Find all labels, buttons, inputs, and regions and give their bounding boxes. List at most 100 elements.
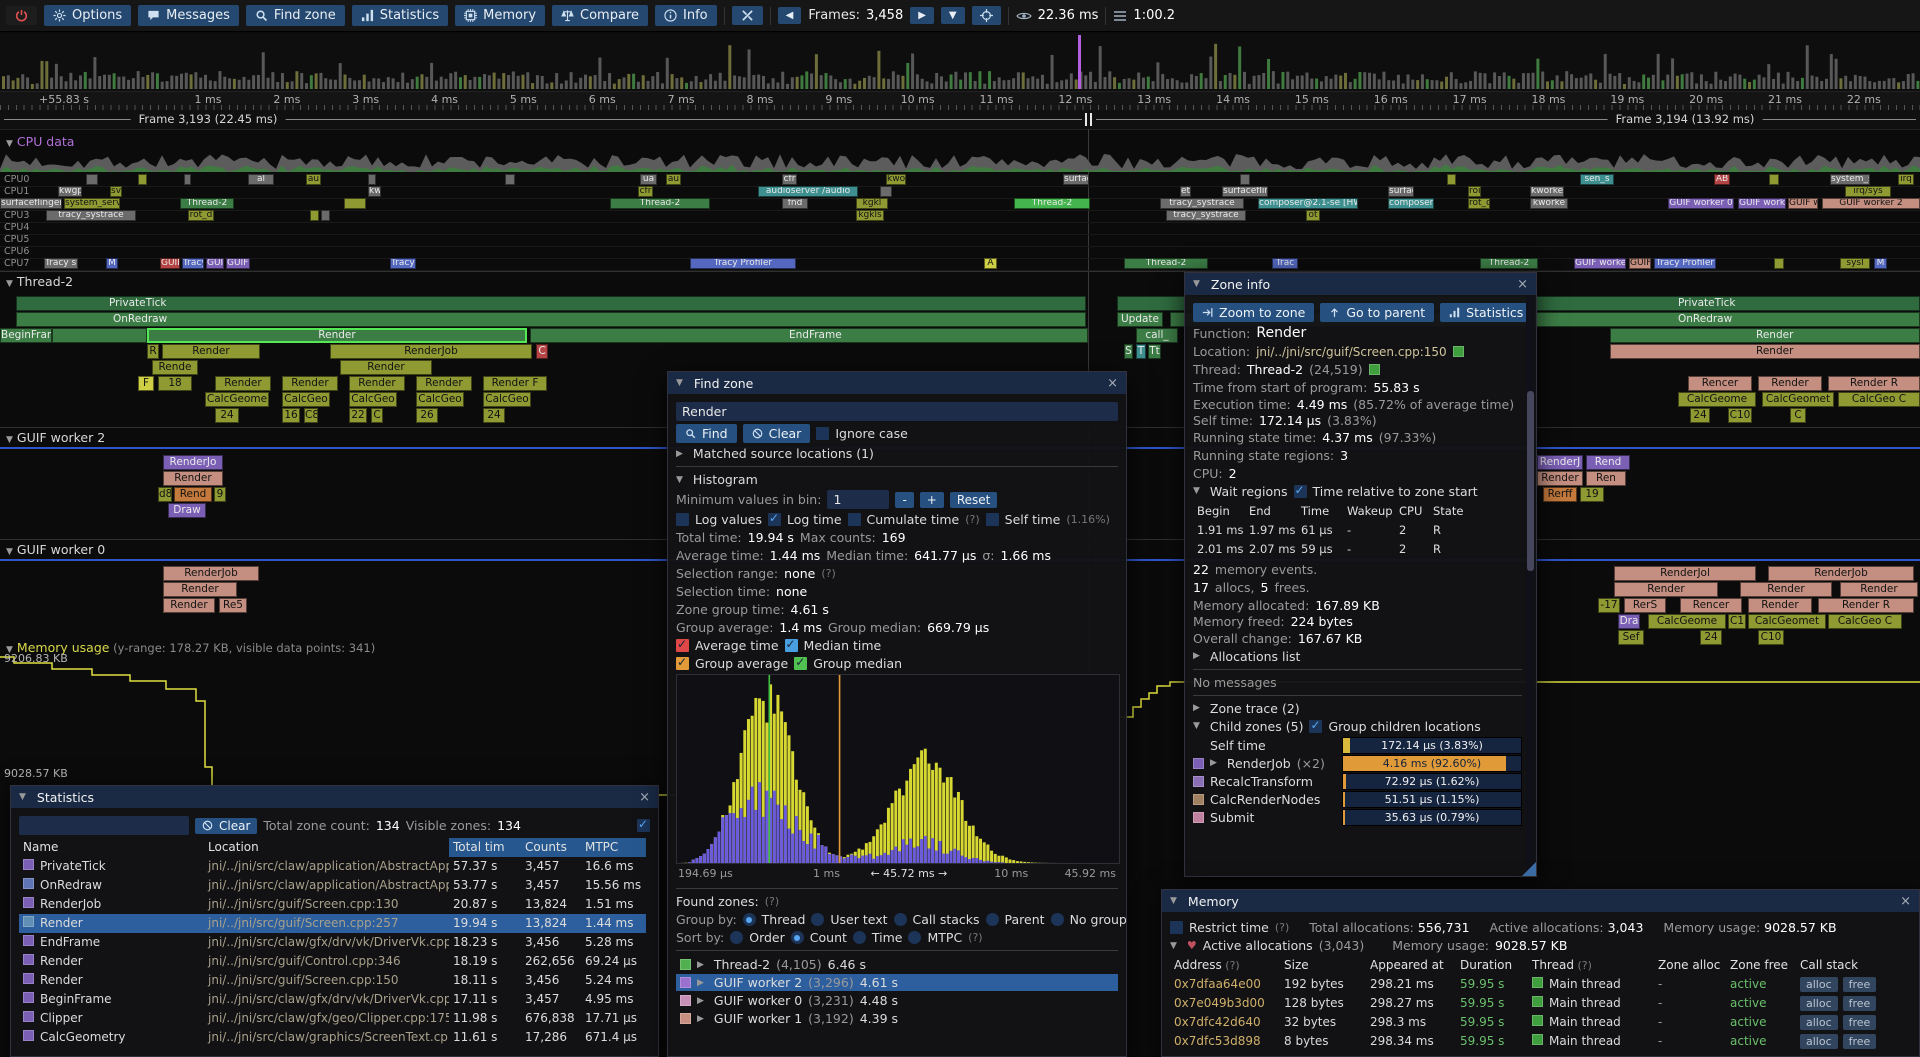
time-ruler[interactable]: +55.83 s1 ms2 ms3 ms4 ms5 ms6 ms7 ms8 ms… — [0, 92, 1920, 111]
zone-bar[interactable]: kworke — [1530, 198, 1568, 209]
zone-bar[interactable]: 24 — [215, 408, 239, 423]
zone-bar[interactable] — [1447, 174, 1456, 185]
zone-bar[interactable]: irq — [1898, 174, 1914, 185]
found-zone-group[interactable]: ▶Thread-2(4,105)6.46 s — [676, 956, 1118, 973]
table-row-mtpc[interactable]: 16.6 ms — [581, 857, 646, 876]
scrollbar-thumb[interactable] — [1527, 391, 1534, 571]
table-row-name[interactable]: Render — [19, 952, 204, 971]
zone-bar[interactable]: C8 — [304, 408, 318, 423]
zone-bar[interactable]: CalcGeo — [416, 392, 464, 407]
alloc-address[interactable]: 0x7e049b3d00 — [1170, 994, 1280, 1013]
messages-button[interactable]: Messages — [138, 5, 239, 26]
sort-by-radio-time[interactable] — [853, 931, 866, 944]
table-row-time[interactable]: 11.61 s — [449, 1028, 521, 1047]
table-row-location[interactable]: jni/../jni/src/guif/Screen.cpp:257 — [204, 914, 449, 933]
table-row-name[interactable]: Render — [19, 914, 204, 933]
zone-bar[interactable]: CalcGeomet — [1748, 614, 1826, 629]
legend-checkbox[interactable] — [676, 657, 689, 670]
call-stack-free-button[interactable]: free — [1843, 1034, 1877, 1049]
found-zone-group[interactable]: ▶GUIF worker 0(3,231)4.48 s — [676, 992, 1118, 1009]
clear-button[interactable]: Clear — [743, 424, 811, 443]
table-row-name[interactable]: Render — [19, 971, 204, 990]
child-zone-row[interactable]: ▶RenderJob(×2)4.16 ms (92.60%) — [1193, 755, 1522, 772]
statistics-button[interactable]: Statistics — [352, 5, 448, 26]
zone-bar[interactable]: Tracy Profiler — [690, 258, 796, 269]
zone-bar[interactable]: Dra — [1618, 614, 1640, 629]
zone-bar[interactable]: GUIF — [160, 258, 180, 269]
ignore-case-checkbox[interactable] — [816, 427, 829, 440]
table-row-location[interactable]: jni/../jni/src/guif/Control.cpp:346 — [204, 952, 449, 971]
power-button[interactable] — [6, 6, 37, 25]
group-by-radio-thread[interactable] — [743, 913, 756, 926]
table-row-count[interactable]: 3,457 — [521, 990, 581, 1009]
memory-window[interactable]: ▼ Memory × Restrict time(?)Total allocat… — [1161, 889, 1920, 1057]
zone-bar[interactable]: Render — [1614, 582, 1718, 597]
zone-bar[interactable]: S — [1124, 344, 1133, 359]
alloc-thread[interactable]: Main thread — [1528, 1032, 1654, 1051]
table-row-mtpc[interactable]: 5.24 ms — [581, 971, 646, 990]
zone-bar[interactable]: irq/sys — [1845, 186, 1891, 197]
zone-bar[interactable] — [880, 186, 892, 197]
zone-bar[interactable]: M — [1874, 258, 1887, 269]
call-stack-alloc-button[interactable]: alloc — [1800, 1034, 1838, 1049]
allocations-list-row[interactable]: ▶Allocations list — [1193, 649, 1522, 664]
zone-bar[interactable]: rot_d — [188, 210, 214, 221]
table-row-mtpc[interactable]: 17.71 μs — [581, 1009, 646, 1028]
go-to-parent-button[interactable]: Go to parent — [1320, 303, 1434, 322]
zone-bar[interactable]: Render — [1748, 598, 1812, 613]
zone-bar[interactable]: C — [536, 344, 548, 359]
frames-row[interactable]: Frame 3,193 (22.45 ms) Frame 3,194 (13.9… — [0, 110, 1920, 130]
table-row-mtpc[interactable]: 69.24 μs — [581, 952, 646, 971]
zone-bar[interactable]: Trac — [1272, 258, 1298, 269]
table-row-time[interactable]: 19.94 s — [449, 914, 521, 933]
sort-by-radio-count[interactable] — [791, 931, 804, 944]
zone-bar[interactable]: Render — [340, 360, 432, 375]
close-icon[interactable]: × — [1517, 277, 1528, 292]
zone-bar[interactable]: GUIF worker 0 — [1668, 198, 1734, 209]
zone-bar[interactable]: surfac — [1388, 186, 1414, 197]
table-row-count[interactable]: 262,656 — [521, 952, 581, 971]
table-row-count[interactable]: 3,456 — [521, 971, 581, 990]
zone-bar[interactable]: AB — [1714, 174, 1730, 185]
group-by-radio-call-stacks[interactable] — [894, 913, 907, 926]
zone-bar[interactable]: d8 — [158, 487, 172, 502]
zone-trace-row[interactable]: ▶Zone trace (2) — [1193, 701, 1522, 716]
decrement-button[interactable]: - — [895, 492, 913, 508]
zone-bar[interactable]: ot — [1306, 210, 1320, 221]
call-stack-alloc-button[interactable]: alloc — [1800, 996, 1838, 1011]
column-header[interactable]: Appeared at — [1366, 956, 1456, 975]
zone-bar[interactable]: GUIF work — [1738, 198, 1786, 209]
zone-bar[interactable]: audioserver /audio — [758, 186, 858, 197]
filter-input[interactable] — [19, 816, 189, 835]
zone-bar[interactable]: C10 — [1758, 630, 1784, 645]
zone-bar[interactable]: Rencer — [1680, 598, 1742, 613]
zone-bar[interactable]: GUIF worker 2 — [1574, 258, 1626, 269]
table-row-mtpc[interactable]: 15.56 ms — [581, 876, 646, 895]
zone-bar[interactable]: 24 — [1700, 630, 1722, 645]
zone-bar[interactable]: tracy_systrace — [1166, 210, 1246, 221]
zone-bar[interactable]: EndFrame — [530, 328, 1088, 343]
zone-bar[interactable]: composer@ — [1388, 198, 1434, 209]
child-zones-header[interactable]: ▼Child zones (5)Group children locations — [1193, 719, 1522, 734]
options-button[interactable]: Options — [44, 5, 131, 26]
zone-bar[interactable]: Render — [147, 328, 527, 343]
zone-bar[interactable]: tracy_systrace — [46, 210, 136, 221]
zone-bar[interactable]: A — [984, 258, 997, 269]
column-header[interactable]: State — [1429, 502, 1469, 521]
zone-bar[interactable]: C — [371, 408, 383, 423]
call-stack-free-button[interactable]: free — [1843, 996, 1877, 1011]
column-header[interactable]: Size — [1280, 956, 1366, 975]
statistics-button[interactable]: Statistics — [1440, 303, 1532, 322]
zone-bar[interactable]: Thread-2 — [1480, 258, 1538, 269]
zone-bar[interactable]: -17 — [1598, 598, 1620, 613]
column-header[interactable]: End — [1245, 502, 1297, 521]
next-frame-button[interactable]: ▶ — [910, 7, 934, 24]
zone-bar[interactable] — [1774, 258, 1784, 269]
table-row-location[interactable]: jni/../jni/src/guif/Screen.cpp:150 — [204, 971, 449, 990]
timing-checkbox[interactable] — [637, 819, 650, 832]
reset-button[interactable]: Reset — [950, 492, 998, 508]
zone-bar[interactable]: C1 — [1728, 614, 1746, 629]
column-header[interactable]: Wakeup — [1343, 502, 1395, 521]
resize-grip[interactable] — [1522, 862, 1536, 876]
table-row-mtpc[interactable]: 1.44 ms — [581, 914, 646, 933]
